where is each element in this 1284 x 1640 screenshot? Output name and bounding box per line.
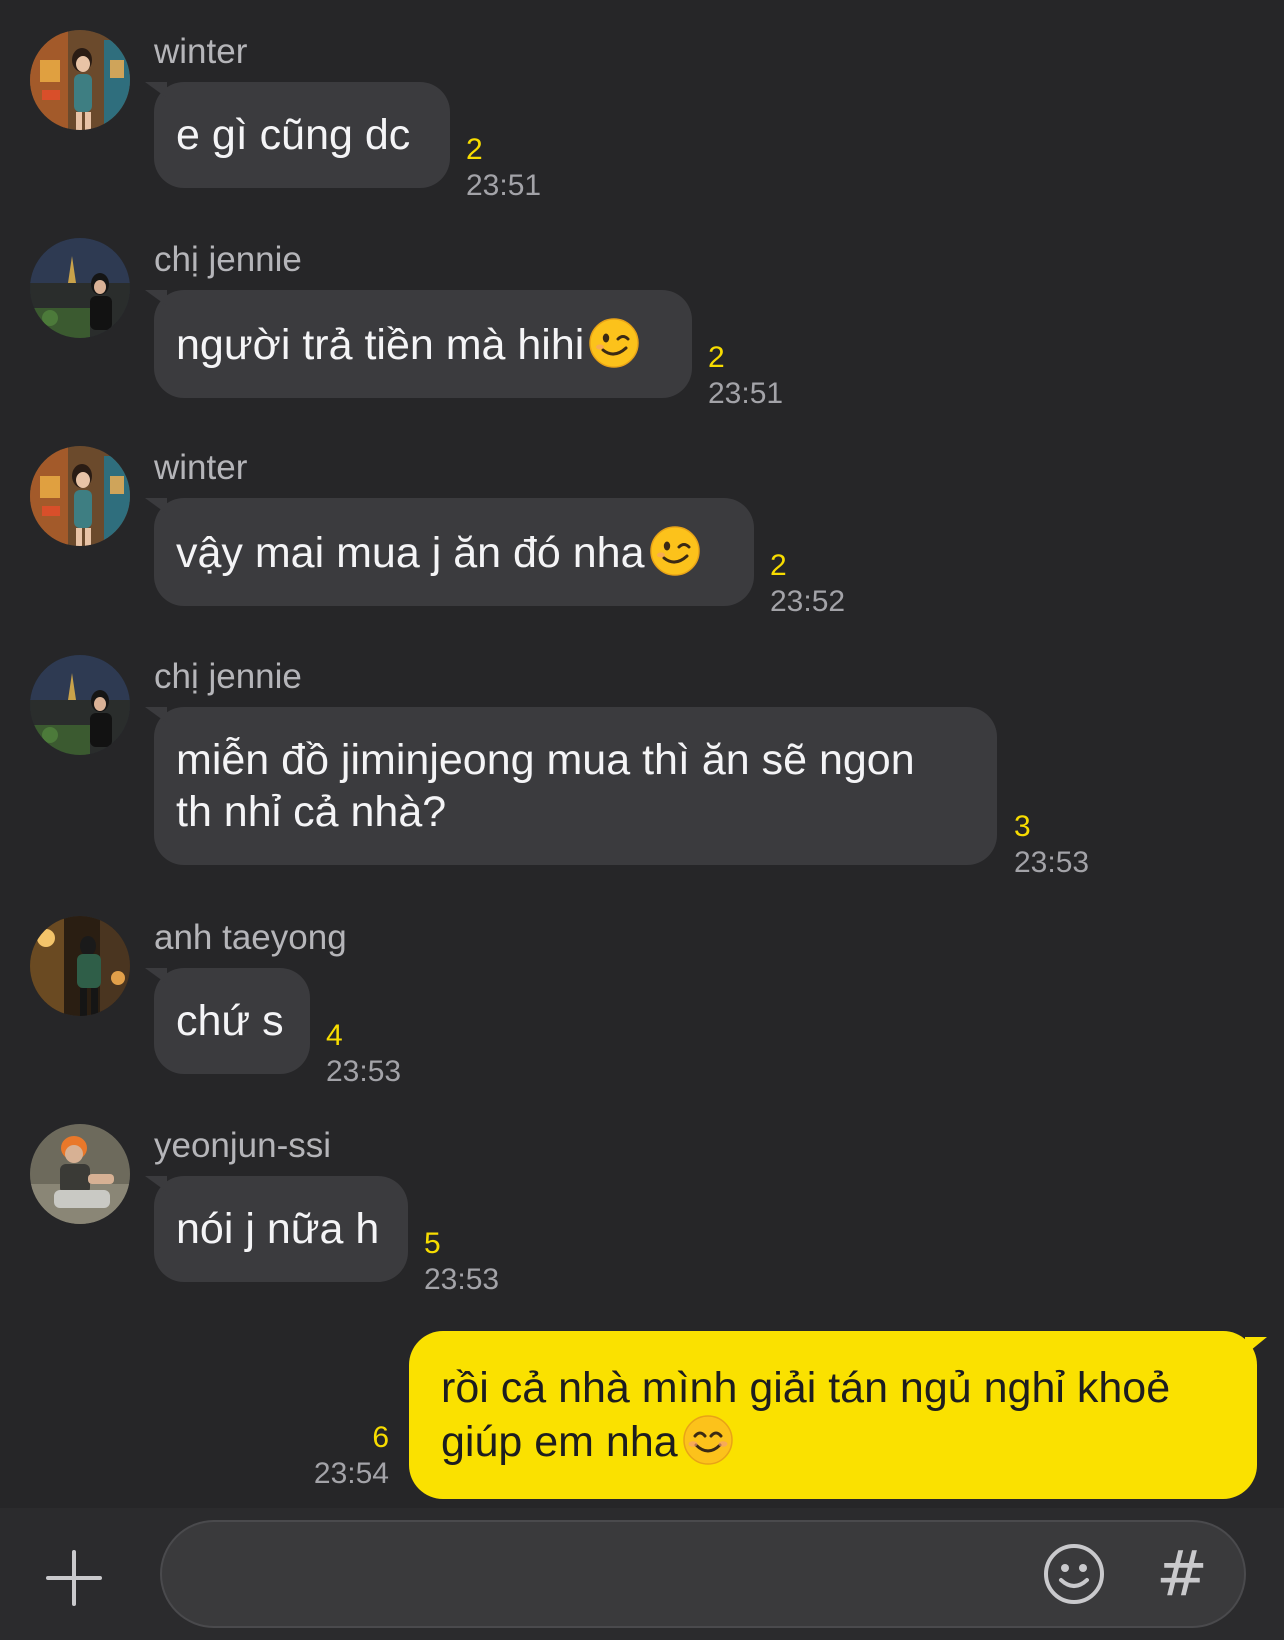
jennie-avatar-image — [30, 238, 130, 338]
unread-count: 2 — [708, 341, 725, 374]
message-meta: 5 23:53 — [424, 1226, 499, 1298]
message-text-line: th nhỉ cả nhà? — [176, 788, 447, 836]
own-message-time-wrap: 23:54 — [305, 1456, 389, 1492]
message-meta: 2 23:51 — [466, 132, 541, 204]
sender-name: winter — [154, 448, 248, 487]
message-text: người trả tiền mà hihi — [176, 321, 585, 369]
input-bar: # — [0, 1508, 1284, 1640]
message-bubble[interactable]: vậy mai mua j ăn đó nha — [145, 498, 754, 606]
unread-count: 6 — [372, 1421, 389, 1454]
emoji-icon — [1044, 1544, 1104, 1604]
own-message-bubble[interactable]: rồi cả nhà mình giải tán ngủ nghỉ khoẻ g… — [409, 1331, 1267, 1499]
timestamp: 23:51 — [466, 169, 542, 202]
hashtag-button[interactable]: # — [1152, 1536, 1212, 1612]
message-text-line-with-emoji: giúp em nha — [441, 1414, 1227, 1468]
wink-face-icon — [588, 317, 640, 369]
message-meta: 4 23:53 — [326, 1018, 401, 1090]
winter-avatar-image — [30, 30, 130, 130]
plus-button[interactable] — [44, 1548, 104, 1608]
message-bubble[interactable]: người trả tiền mà hihi — [145, 290, 692, 398]
message-text: vậy mai mua j ăn đó nha — [176, 529, 645, 577]
own-message-meta: 6 — [305, 1420, 389, 1456]
taeyong-avatar-image — [30, 916, 130, 1016]
sender-name: winter — [154, 32, 248, 71]
message-text-line: miễn đồ jiminjeong mua thì ăn sẽ ngon — [176, 736, 915, 784]
plus-icon — [46, 1550, 102, 1606]
avatar[interactable] — [30, 655, 130, 755]
avatar[interactable] — [30, 916, 130, 1016]
message-text-line: rồi cả nhà mình giải tán ngủ nghỉ khoẻ — [441, 1364, 1171, 1412]
winter-avatar-image — [30, 446, 130, 546]
message-bubble[interactable]: miễn đồ jiminjeong mua thì ăn sẽ ngon th… — [145, 707, 997, 865]
timestamp: 23:53 — [424, 1263, 500, 1296]
message-meta: 3 23:53 — [1014, 809, 1089, 881]
sender-name: chị jennie — [154, 657, 302, 696]
avatar[interactable] — [30, 446, 130, 546]
smiling-face-icon — [682, 1414, 734, 1466]
jennie-avatar-image — [30, 655, 130, 755]
unread-count: 2 — [770, 549, 787, 582]
yeonjun-avatar-image — [30, 1124, 130, 1224]
message-text: e gì cũng dc — [176, 111, 411, 159]
message-meta: 2 23:51 — [708, 340, 783, 412]
unread-count: 2 — [466, 133, 483, 166]
emoji-button[interactable] — [1042, 1542, 1106, 1606]
timestamp: 23:51 — [708, 377, 784, 410]
message-meta: 2 23:52 — [770, 548, 845, 620]
timestamp: 23:54 — [313, 1457, 389, 1490]
sender-name: chị jennie — [154, 240, 302, 279]
unread-count: 4 — [326, 1019, 343, 1052]
wink-face-icon — [649, 525, 700, 577]
unread-count: 5 — [424, 1227, 441, 1260]
message-bubble[interactable]: nói j nữa h — [145, 1176, 408, 1282]
message-text: chứ s — [176, 997, 284, 1045]
message-input-box[interactable]: # — [160, 1520, 1246, 1628]
unread-count: 3 — [1014, 810, 1031, 843]
message-input[interactable] — [192, 1522, 1056, 1628]
avatar[interactable] — [30, 1124, 130, 1224]
avatar[interactable] — [30, 238, 130, 338]
chat-screen: winter e gì cũng dc 2 23:51 chị jennie n… — [0, 0, 1284, 1640]
message-text-line: giúp em nha — [441, 1418, 678, 1466]
timestamp: 23:53 — [1014, 846, 1090, 879]
message-bubble[interactable]: chứ s — [145, 968, 310, 1074]
message-text: nói j nữa h — [176, 1205, 380, 1253]
sender-name: anh taeyong — [154, 918, 347, 957]
message-bubble[interactable]: e gì cũng dc — [145, 82, 450, 188]
sender-name: yeonjun-ssi — [154, 1126, 332, 1165]
timestamp: 23:52 — [770, 585, 846, 618]
timestamp: 23:53 — [326, 1055, 402, 1088]
avatar[interactable] — [30, 30, 130, 130]
